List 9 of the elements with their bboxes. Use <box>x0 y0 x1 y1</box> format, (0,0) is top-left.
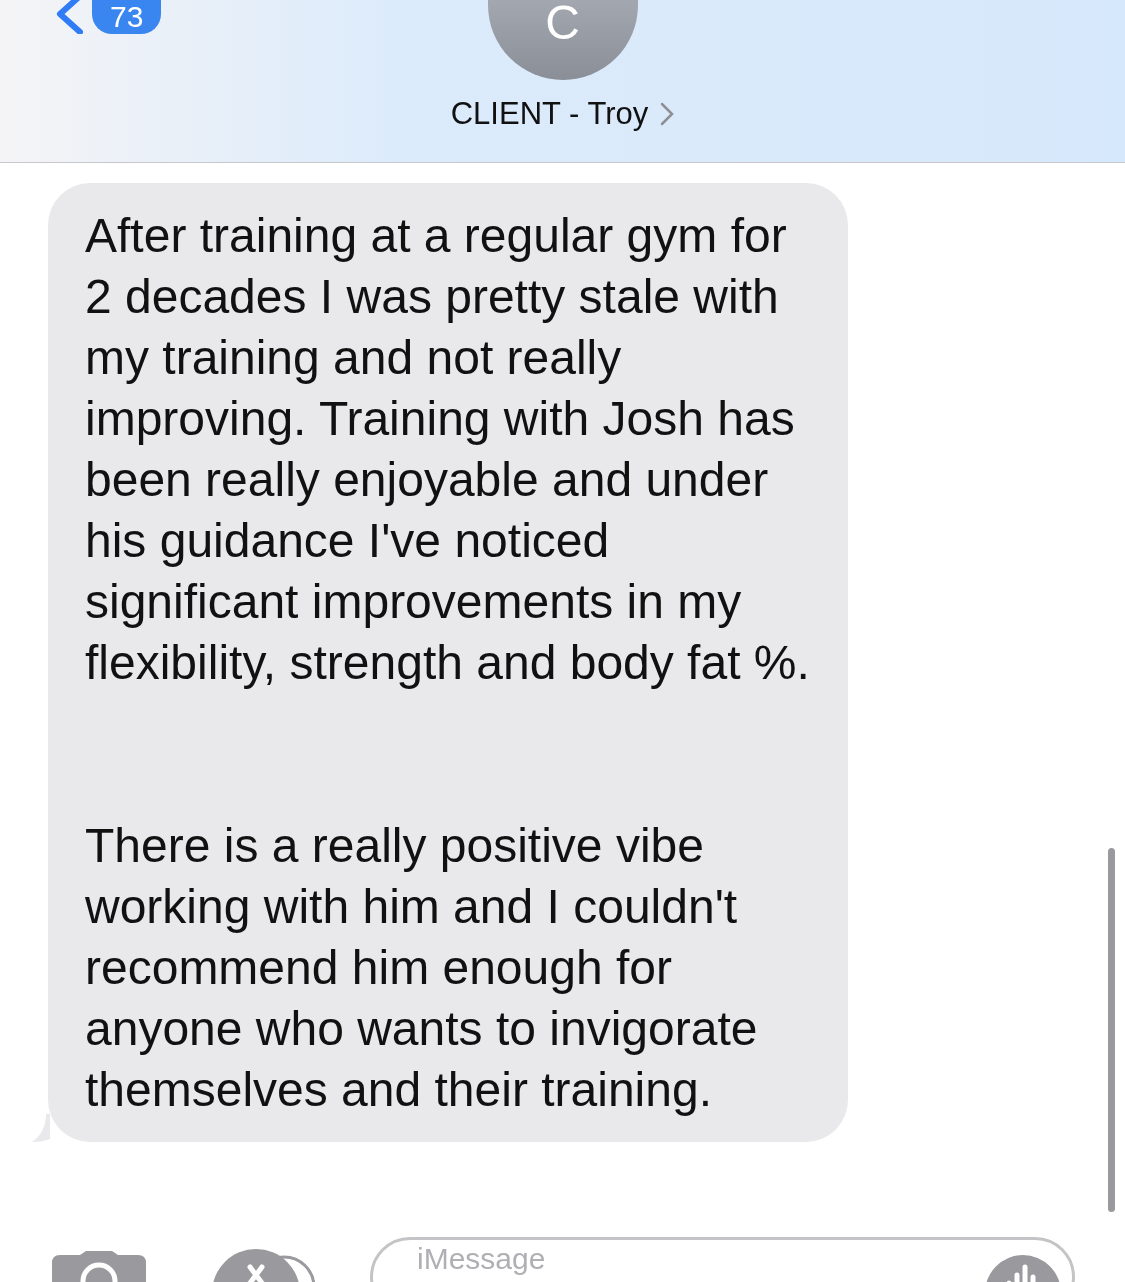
avatar[interactable]: C <box>487 0 638 80</box>
message-text: After training at a regular gym for 2 decades I was pretty stale with my training and not really improving. Training with Josh has been really enjoyable and under his guidance I've noticed significant improvements in my flexibility, strength and body fat %. <box>85 208 811 691</box>
contact-name[interactable]: CLIENT - Troy <box>450 96 649 132</box>
waveform-icon[interactable] <box>985 1253 1061 1282</box>
camera-icon[interactable] <box>52 1251 146 1282</box>
chevron-right-icon[interactable] <box>660 102 675 126</box>
message-text: There is a really positive vibe working with him and I couldn't recommend him enough for anyone who wants to invigorate themselves and their training. <box>85 818 759 1118</box>
scrollbar[interactable] <box>1108 848 1115 1212</box>
unread-badge: 73 <box>92 0 162 34</box>
